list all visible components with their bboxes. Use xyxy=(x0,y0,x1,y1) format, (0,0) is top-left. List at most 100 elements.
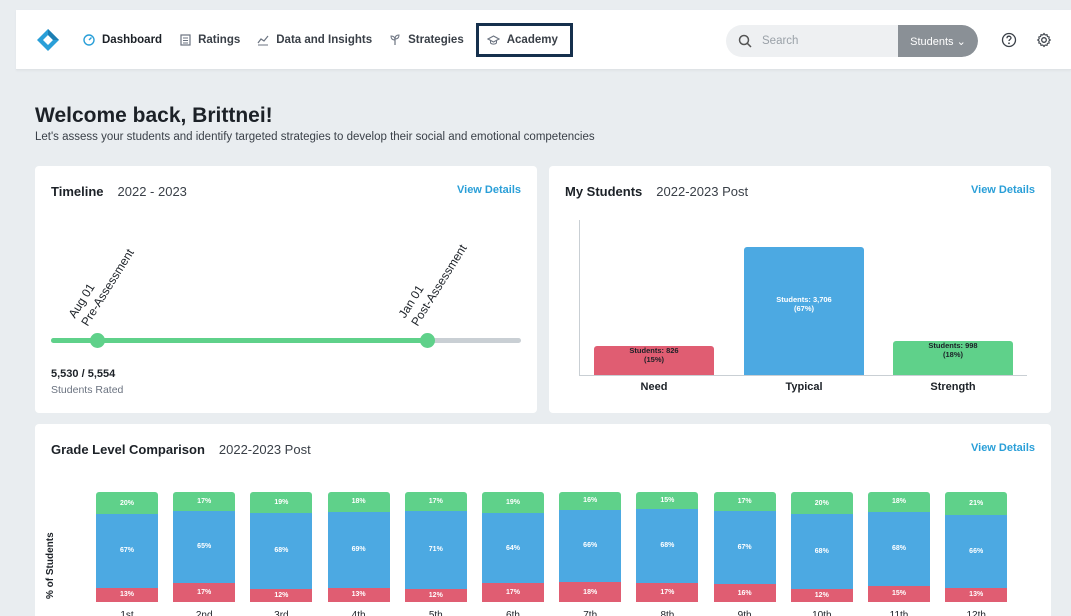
sprout-icon xyxy=(388,33,402,47)
page-subtitle: Let's assess your students and identify … xyxy=(35,131,595,143)
need-segment: 13% xyxy=(96,587,158,602)
grade-level-view-details-link[interactable]: View Details xyxy=(971,442,1035,454)
strength-segment: 20% xyxy=(790,492,853,514)
search-input[interactable] xyxy=(762,35,892,47)
gauge-icon xyxy=(82,33,96,47)
grade-level-period: 2022-2023 Post xyxy=(218,442,311,457)
nav-dashboard-label: Dashboard xyxy=(102,34,163,46)
grade-label: 3rd xyxy=(274,610,289,616)
page-title: Welcome back, Brittnei! xyxy=(35,104,273,127)
students-rated-label: Students Rated xyxy=(51,384,124,396)
typical-segment: 66% xyxy=(559,509,622,583)
graduation-cap-icon xyxy=(487,33,501,47)
need-segment: 15% xyxy=(868,585,930,602)
need-segment: 17% xyxy=(173,583,236,602)
nav-ratings-label: Ratings xyxy=(198,34,241,46)
grade-bar-10th[interactable]: 20% 68% 12% xyxy=(790,492,853,616)
search-scope-label: Students ⌄ xyxy=(910,35,966,48)
post-assessment-marker[interactable] xyxy=(420,333,435,348)
strength-segment: 21% xyxy=(945,492,1008,516)
grade-bar-11th[interactable]: 18% 68% 15% xyxy=(868,492,930,616)
my-students-bar-label: Students: 826 (15%) xyxy=(629,346,679,365)
my-students-view-details-link[interactable]: View Details xyxy=(971,184,1035,196)
typical-segment: 68% xyxy=(868,511,930,586)
grade-label: 9th xyxy=(737,610,752,616)
need-segment: 12% xyxy=(250,588,313,602)
nav-academy-label: Academy xyxy=(506,34,558,46)
grade-bar-6th[interactable]: 19% 64% 17% xyxy=(482,492,544,616)
chart-icon xyxy=(256,33,270,47)
grade-bar-4th[interactable]: 18% 69% 13% xyxy=(327,492,390,616)
strength-segment: 17% xyxy=(173,492,236,511)
main-nav: Dashboard Ratings Data and Insights Stra… xyxy=(76,10,577,70)
grade-label: 1st xyxy=(120,610,134,616)
my-students-x-axis xyxy=(579,375,1027,376)
need-segment: 18% xyxy=(559,582,622,602)
grade-bar-12th[interactable]: 21% 66% 13% xyxy=(945,492,1008,616)
strength-segment: 18% xyxy=(327,492,390,512)
typical-segment: 65% xyxy=(173,510,236,584)
grade-level-card: Grade Level Comparison 2022-2023 Post Vie… xyxy=(35,424,1051,616)
timeline-period: 2022 - 2023 xyxy=(117,184,187,199)
grade-level-title-text: Grade Level Comparison xyxy=(51,442,205,457)
timeline-progress-fill xyxy=(51,338,427,343)
grade-label: 8th xyxy=(660,610,675,616)
typical-segment: 71% xyxy=(404,510,467,589)
typical-segment: 69% xyxy=(327,511,390,588)
grade-bar-7th[interactable]: 16% 66% 18% xyxy=(559,492,622,616)
timeline-track xyxy=(51,338,521,343)
my-students-bar-strength[interactable]: Students: 998 (18%) xyxy=(893,340,1013,375)
my-students-bar-label: Students: 3,706 (67%) xyxy=(776,295,832,313)
app-logo-icon[interactable] xyxy=(36,28,60,52)
top-navigation-bar: Dashboard Ratings Data and Insights Stra… xyxy=(16,10,1071,70)
strength-segment: 16% xyxy=(559,492,622,510)
strength-segment: 17% xyxy=(713,492,776,511)
grade-bar-8th[interactable]: 15% 68% 17% xyxy=(636,492,699,616)
my-students-card: My Students 2022-2023 Post View Details S… xyxy=(549,166,1051,413)
my-students-bar-typical[interactable]: Students: 3,706 (67%) xyxy=(744,247,864,375)
need-segment: 13% xyxy=(945,587,1008,602)
grade-bar-9th[interactable]: 17% 67% 16% xyxy=(713,492,776,616)
grade-bar-2nd[interactable]: 17% 65% 17% xyxy=(173,492,236,616)
timeline-view-details-link[interactable]: View Details xyxy=(457,184,521,196)
typical-segment: 68% xyxy=(790,514,853,589)
help-icon[interactable] xyxy=(1001,32,1017,48)
nav-academy[interactable]: Academy xyxy=(475,23,573,57)
search-bar: Students ⌄ xyxy=(726,25,978,57)
strength-segment: 20% xyxy=(96,492,158,514)
nav-data-insights[interactable]: Data and Insights xyxy=(250,24,378,56)
strength-segment: 19% xyxy=(250,492,313,514)
post-assessment-label: Jan 01 Post-Assessment xyxy=(396,234,471,329)
my-students-title-text: My Students xyxy=(565,184,643,199)
my-students-bar-need[interactable]: Students: 826 (15%) xyxy=(594,346,714,375)
timeline-card: Timeline 2022 - 2023 View Details Aug 01 … xyxy=(35,166,537,413)
pre-assessment-marker[interactable] xyxy=(90,333,105,348)
grade-bar-1st[interactable]: 20% 67% 13% xyxy=(96,492,158,616)
grade-label: 6th xyxy=(506,610,520,616)
need-segment: 12% xyxy=(404,588,467,602)
settings-gear-icon[interactable] xyxy=(1036,32,1052,48)
search-icon xyxy=(738,34,752,48)
need-segment: 13% xyxy=(327,587,390,602)
need-segment: 17% xyxy=(636,583,699,602)
typical-segment: 68% xyxy=(250,513,313,589)
nav-strategies-label: Strategies xyxy=(408,34,464,46)
typical-segment: 66% xyxy=(945,515,1008,588)
typical-segment: 68% xyxy=(636,508,699,584)
nav-ratings[interactable]: Ratings xyxy=(172,24,246,56)
grade-bar-3rd[interactable]: 19% 68% 12% xyxy=(250,492,313,616)
my-students-category-label: Strength xyxy=(930,381,976,393)
need-segment: 17% xyxy=(482,583,544,602)
typical-segment: 64% xyxy=(482,512,544,584)
nav-data-insights-label: Data and Insights xyxy=(276,34,373,46)
grade-label: 4th xyxy=(351,610,366,616)
pre-assessment-label: Aug 01 Pre-Assessment xyxy=(66,238,138,329)
timeline-title-text: Timeline xyxy=(51,184,104,199)
grade-bar-5th[interactable]: 17% 71% 12% xyxy=(404,492,467,616)
grade-label: 11th xyxy=(889,610,909,616)
nav-strategies[interactable]: Strategies xyxy=(382,24,470,56)
grade-label: 2nd xyxy=(195,610,213,616)
nav-dashboard[interactable]: Dashboard xyxy=(76,24,168,56)
my-students-category-label: Need xyxy=(640,381,668,393)
search-scope-dropdown[interactable]: Students ⌄ xyxy=(898,25,978,57)
